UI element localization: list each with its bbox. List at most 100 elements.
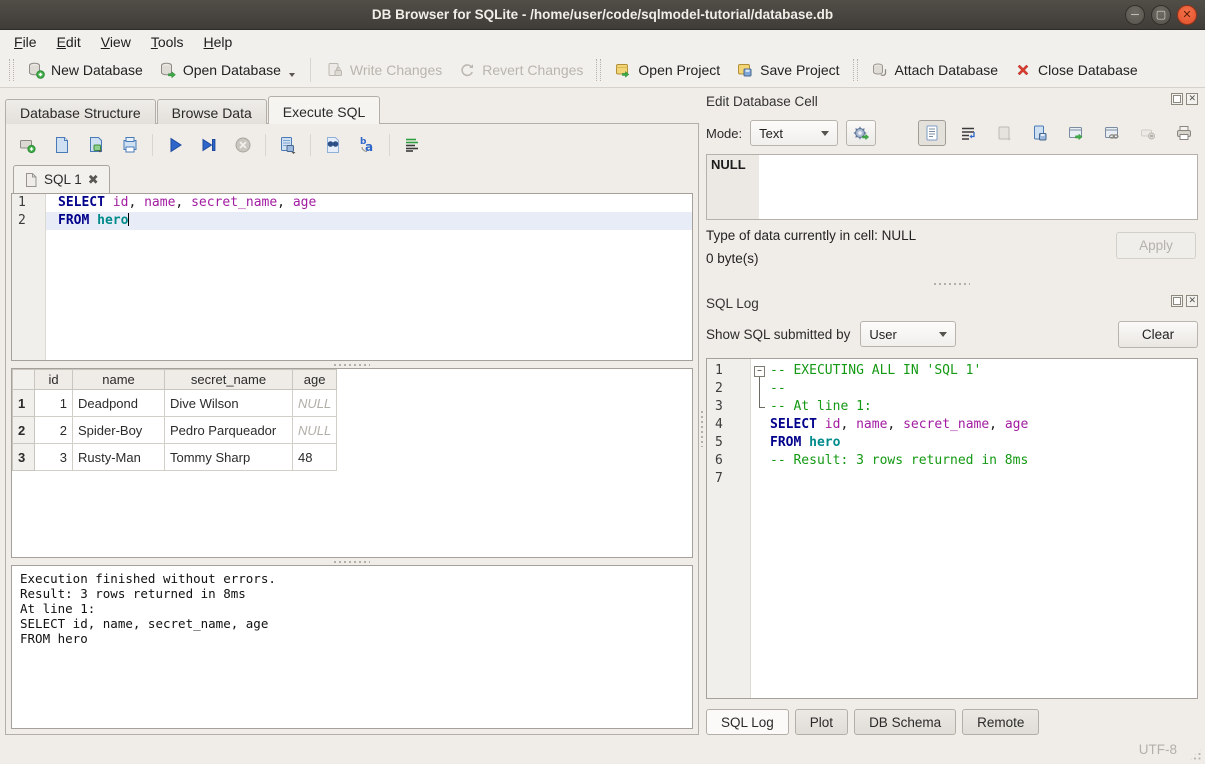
editor-line[interactable]: 1SELECT id, name, secret_name, age bbox=[12, 194, 692, 212]
log-line[interactable]: 2-- bbox=[707, 380, 1197, 398]
grid-cell[interactable]: Rusty-Man bbox=[73, 444, 165, 471]
log-line[interactable]: 4SELECT id, name, secret_name, age bbox=[707, 416, 1197, 434]
row-number[interactable]: 3 bbox=[13, 444, 35, 471]
dock-tab-sql-log[interactable]: SQL Log bbox=[706, 709, 789, 735]
grid-cell[interactable]: Dive Wilson bbox=[165, 390, 293, 417]
open-in-external-button[interactable] bbox=[1062, 120, 1090, 146]
results-message-splitter[interactable] bbox=[11, 558, 693, 565]
sql-toolbar-separator bbox=[389, 134, 390, 156]
open-sql-file-in-tab-button[interactable] bbox=[85, 134, 107, 156]
editor-line[interactable]: 2FROM hero bbox=[12, 212, 692, 230]
fold-marker-icon[interactable] bbox=[752, 362, 768, 380]
close-panel-icon[interactable] bbox=[1186, 295, 1198, 307]
encoding-indicator[interactable]: UTF-8 bbox=[1139, 742, 1177, 757]
mode-combobox[interactable]: Text bbox=[750, 120, 838, 146]
menu-help[interactable]: Help bbox=[194, 32, 243, 52]
menu-view[interactable]: View bbox=[91, 32, 141, 52]
close-database-button[interactable]: Close Database bbox=[1006, 57, 1146, 83]
log-line[interactable]: 5FROM hero bbox=[707, 434, 1197, 452]
open-sql-file-button[interactable] bbox=[51, 134, 73, 156]
table-row[interactable]: 22Spider-BoyPedro ParqueadorNULL bbox=[13, 417, 337, 444]
sql-log-filter-label: Show SQL submitted by bbox=[706, 327, 850, 342]
fold-marker-icon[interactable] bbox=[752, 380, 768, 398]
copy-link-button[interactable] bbox=[1098, 120, 1126, 146]
menu-file[interactable]: File bbox=[4, 32, 47, 52]
find-button[interactable] bbox=[322, 134, 344, 156]
save-project-button[interactable]: Save Project bbox=[728, 57, 847, 83]
log-line[interactable]: 7 bbox=[707, 470, 1197, 488]
editor-results-splitter[interactable] bbox=[11, 361, 693, 368]
tab-database-structure[interactable]: Database Structure bbox=[5, 99, 156, 124]
grid-cell[interactable]: NULL bbox=[293, 390, 337, 417]
column-header[interactable]: secret_name bbox=[165, 370, 293, 390]
execute-all-button[interactable] bbox=[164, 134, 186, 156]
clear-log-button[interactable]: Clear bbox=[1118, 321, 1198, 348]
export-data-button[interactable] bbox=[1026, 120, 1054, 146]
column-header[interactable]: age bbox=[293, 370, 337, 390]
sql-log-view[interactable]: 1-- EXECUTING ALL IN 'SQL 1'2--3-- At li… bbox=[706, 358, 1198, 699]
toolbar-handle[interactable] bbox=[853, 59, 858, 81]
open-database-dropdown-icon[interactable] bbox=[289, 73, 295, 77]
fold-marker-icon[interactable] bbox=[752, 398, 768, 416]
sql-tab-close-icon[interactable]: ✖ bbox=[88, 172, 99, 188]
open-project-button[interactable]: Open Project bbox=[606, 57, 728, 83]
grid-cell[interactable]: 1 bbox=[35, 390, 73, 417]
sql-editor[interactable]: 1SELECT id, name, secret_name, age2FROM … bbox=[11, 193, 693, 361]
tab-execute-sql[interactable]: Execute SQL bbox=[268, 96, 381, 124]
minimize-button[interactable]: ─ bbox=[1125, 5, 1145, 25]
open-sql-file-in-tab-icon bbox=[86, 135, 106, 155]
pane-dock-splitter[interactable] bbox=[699, 123, 706, 735]
find-replace-button[interactable]: b a bbox=[356, 134, 378, 156]
new-database-button[interactable]: New Database bbox=[19, 57, 151, 83]
word-wrap-button[interactable] bbox=[954, 120, 982, 146]
maximize-button[interactable]: ▢ bbox=[1151, 5, 1171, 25]
grid-cell[interactable]: 2 bbox=[35, 417, 73, 444]
resize-grip[interactable] bbox=[1189, 748, 1202, 761]
grid-cell[interactable]: 48 bbox=[293, 444, 337, 471]
log-line[interactable]: 3-- At line 1: bbox=[707, 398, 1197, 416]
grid-cell[interactable]: Tommy Sharp bbox=[165, 444, 293, 471]
save-results-button[interactable] bbox=[277, 134, 299, 156]
save-sql-file-button[interactable] bbox=[119, 134, 141, 156]
grid-cell[interactable]: Spider-Boy bbox=[73, 417, 165, 444]
grid-cell[interactable]: 3 bbox=[35, 444, 73, 471]
open-database-button[interactable]: Open Database bbox=[151, 57, 303, 83]
format-sql-button[interactable] bbox=[401, 134, 423, 156]
float-panel-icon[interactable] bbox=[1171, 93, 1183, 105]
sql-log-filter-combobox[interactable]: User bbox=[860, 321, 956, 347]
dock-sections-splitter[interactable] bbox=[706, 280, 1198, 292]
print-cell-button[interactable] bbox=[1170, 120, 1198, 146]
toolbar-handle[interactable] bbox=[596, 59, 601, 81]
sql-toolbar-separator bbox=[310, 134, 311, 156]
grid-cell[interactable]: NULL bbox=[293, 417, 337, 444]
tab-browse-data[interactable]: Browse Data bbox=[157, 99, 267, 124]
grid-cell[interactable]: Deadpond bbox=[73, 390, 165, 417]
toolbar-handle[interactable] bbox=[9, 59, 14, 81]
execution-message-box[interactable]: Execution finished without errors. Resul… bbox=[11, 565, 693, 729]
column-header[interactable]: id bbox=[35, 370, 73, 390]
column-header[interactable]: name bbox=[73, 370, 165, 390]
dock-tab-db-schema[interactable]: DB Schema bbox=[854, 709, 956, 735]
dock-tab-remote[interactable]: Remote bbox=[962, 709, 1039, 735]
close-panel-icon[interactable] bbox=[1186, 93, 1198, 105]
menu-tools[interactable]: Tools bbox=[141, 32, 194, 52]
text-mode-button[interactable] bbox=[918, 120, 946, 146]
close-button[interactable]: ✕ bbox=[1177, 5, 1197, 25]
row-number[interactable]: 2 bbox=[13, 417, 35, 444]
table-row[interactable]: 11DeadpondDive WilsonNULL bbox=[13, 390, 337, 417]
grid-cell[interactable]: Pedro Parqueador bbox=[165, 417, 293, 444]
editor-empty-area[interactable] bbox=[12, 230, 692, 360]
dock-tab-plot[interactable]: Plot bbox=[795, 709, 848, 735]
row-number[interactable]: 1 bbox=[13, 390, 35, 417]
new-sql-tab-button[interactable] bbox=[17, 134, 39, 156]
log-line[interactable]: 6-- Result: 3 rows returned in 8ms bbox=[707, 452, 1197, 470]
menu-edit[interactable]: Edit bbox=[47, 32, 91, 52]
sql-file-tab[interactable]: SQL 1 ✖ bbox=[13, 165, 110, 193]
cell-value-editor[interactable]: NULL bbox=[706, 154, 1198, 220]
log-line[interactable]: 1-- EXECUTING ALL IN 'SQL 1' bbox=[707, 362, 1197, 380]
auto-switch-mode-button[interactable] bbox=[846, 120, 876, 146]
attach-database-button[interactable]: Attach Database bbox=[863, 57, 1007, 83]
table-row[interactable]: 33Rusty-ManTommy Sharp48 bbox=[13, 444, 337, 471]
execute-current-line-button[interactable] bbox=[198, 134, 220, 156]
float-panel-icon[interactable] bbox=[1171, 295, 1183, 307]
